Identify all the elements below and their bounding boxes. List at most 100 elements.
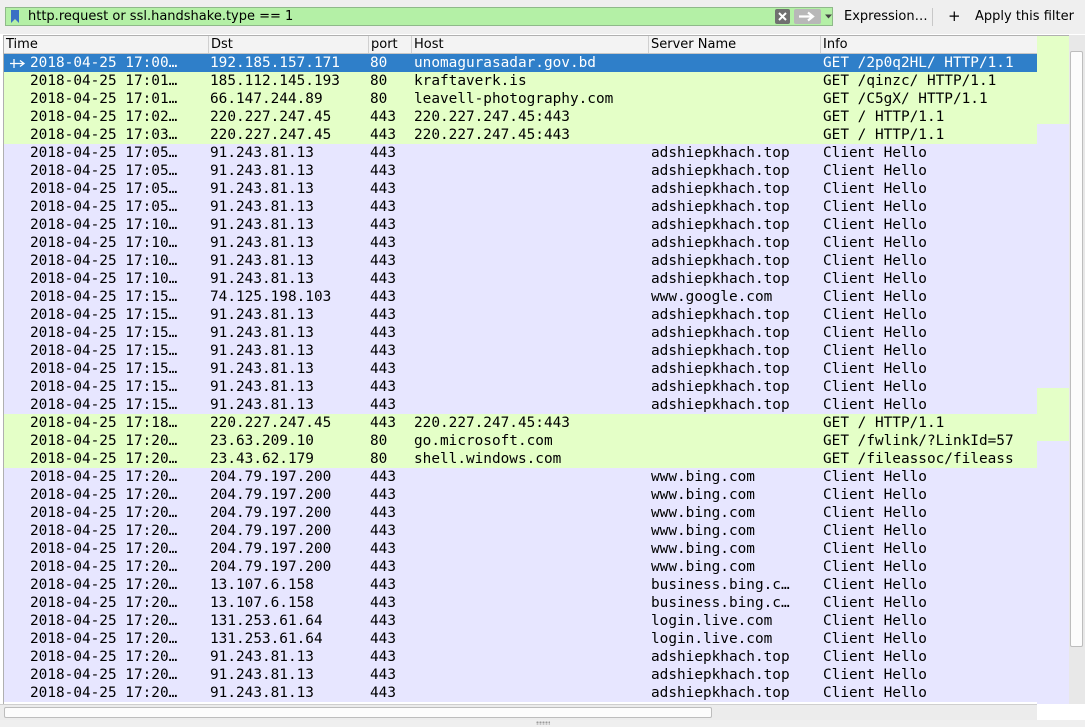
add-filter-button[interactable]: + — [948, 7, 961, 25]
packet-row[interactable]: 2018-04-25 17:20… 23.63.209.10 80 go.micros… — [4, 432, 1037, 450]
packet-list[interactable]: Time Dst port Host Server Name Info 2018… — [3, 35, 1037, 704]
packet-row[interactable]: 2018-04-25 17:20… 23.43.62.179 80 shell.win… — [4, 450, 1037, 468]
cell-dst: 91.243.81.13 — [210, 163, 314, 179]
horizontal-scroll-thumb[interactable] — [4, 707, 712, 718]
column-header-dst[interactable]: Dst — [209, 36, 369, 53]
cell-info: Client Hello — [823, 271, 927, 287]
packet-row[interactable]: 2018-04-25 17:15… 91.243.81.13 443 adshiepk… — [4, 378, 1037, 396]
packet-row[interactable]: 2018-04-25 17:10… 91.243.81.13 443 adshiepk… — [4, 216, 1037, 234]
packet-row[interactable]: 2018-04-25 17:20… 91.243.81.13 443 adshiepk… — [4, 648, 1037, 666]
packet-row[interactable]: 2018-04-25 17:01… 185.112.145.193 80 krafta… — [4, 72, 1037, 90]
toolbar-separator — [932, 8, 933, 26]
cell-dst: 91.243.81.13 — [210, 361, 314, 377]
cell-server-name: business.bing.c… — [651, 595, 790, 611]
packet-row[interactable]: 2018-04-25 17:00… 192.185.157.171 80 unomag… — [4, 54, 1037, 72]
cell-server-name: login.live.com — [651, 631, 773, 647]
cell-host — [414, 144, 648, 162]
packet-row[interactable]: 2018-04-25 17:01… 66.147.244.89 80 leavell-… — [4, 90, 1037, 108]
packet-row[interactable]: 2018-04-25 17:20… 204.79.197.200 443 www.bi… — [4, 468, 1037, 486]
display-filter-toolbar: http.request or ssl.handshake.type == 1 … — [0, 0, 1085, 34]
related-packet-arrow-icon — [10, 59, 26, 68]
packet-row[interactable]: 2018-04-25 17:15… 91.243.81.13 443 adshiepk… — [4, 324, 1037, 342]
cell-server-name: adshiepkhach.top — [651, 379, 790, 395]
column-header-host[interactable]: Host — [412, 36, 649, 53]
column-header-time[interactable]: Time — [4, 36, 209, 53]
cell-host — [414, 396, 648, 414]
packet-row[interactable]: 2018-04-25 17:05… 91.243.81.13 443 adshiepk… — [4, 162, 1037, 180]
cell-port: 443 — [370, 541, 396, 557]
cell-host — [414, 324, 648, 342]
packet-row[interactable]: 2018-04-25 17:15… 91.243.81.13 443 adshiepk… — [4, 306, 1037, 324]
cell-server-name: adshiepkhach.top — [651, 253, 790, 269]
packet-row[interactable]: 2018-04-25 17:20… 131.253.61.64 443 login.l… — [4, 630, 1037, 648]
horizontal-scrollbar[interactable] — [0, 704, 1037, 720]
packet-row[interactable]: 2018-04-25 17:05… 91.243.81.13 443 adshiepk… — [4, 180, 1037, 198]
cell-time: 2018-04-25 17:20… — [30, 577, 178, 593]
vertical-scrollbar[interactable] — [1069, 35, 1085, 704]
cell-host — [414, 558, 648, 576]
packet-row[interactable]: 2018-04-25 17:20… 91.243.81.13 443 adshiepk… — [4, 684, 1037, 702]
cell-port: 80 — [370, 451, 388, 467]
cell-host: 220.227.247.45:443 — [414, 109, 570, 125]
packet-row[interactable]: 2018-04-25 17:20… 204.79.197.200 443 www.bi… — [4, 504, 1037, 522]
packet-row[interactable]: 2018-04-25 17:15… 91.243.81.13 443 adshiepk… — [4, 396, 1037, 414]
cell-server-name — [651, 108, 821, 126]
apply-filter-button[interactable]: Apply this filter — [975, 9, 1074, 24]
chevron-down-icon[interactable] — [824, 12, 833, 21]
packet-minimap[interactable] — [1037, 35, 1069, 704]
cell-host — [414, 216, 648, 234]
cell-info: Client Hello — [823, 469, 927, 485]
cell-dst: 204.79.197.200 — [210, 559, 332, 575]
minimap-http-segment — [1037, 36, 1069, 124]
packet-row[interactable]: 2018-04-25 17:20… 13.107.6.158 443 business… — [4, 576, 1037, 594]
bookmark-icon[interactable] — [10, 10, 20, 23]
cell-dst: 91.243.81.13 — [210, 649, 314, 665]
expression-button[interactable]: Expression… — [844, 9, 928, 24]
column-header-server-name[interactable]: Server Name — [649, 36, 821, 53]
packet-row[interactable]: 2018-04-25 17:20… 13.107.6.158 443 business… — [4, 594, 1037, 612]
vertical-scroll-thumb[interactable] — [1070, 51, 1083, 647]
cell-port: 443 — [370, 289, 396, 305]
cell-host — [414, 630, 648, 648]
packet-row[interactable]: 2018-04-25 17:03… 220.227.247.45 443 220.22… — [4, 126, 1037, 144]
packet-row[interactable]: 2018-04-25 17:20… 204.79.197.200 443 www.bi… — [4, 522, 1037, 540]
cell-info: Client Hello — [823, 199, 927, 215]
cell-dst: 91.243.81.13 — [210, 145, 314, 161]
packet-row[interactable]: 2018-04-25 17:20… 131.253.61.64 443 login.l… — [4, 612, 1037, 630]
packet-row[interactable]: 2018-04-25 17:10… 91.243.81.13 443 adshiepk… — [4, 234, 1037, 252]
packet-row[interactable]: 2018-04-25 17:18… 220.227.247.45 443 220.22… — [4, 414, 1037, 432]
cell-port: 443 — [370, 613, 396, 629]
cell-host: 220.227.247.45:443 — [414, 127, 570, 143]
cell-port: 443 — [370, 487, 396, 503]
cell-server-name: adshiepkhach.top — [651, 235, 790, 251]
packet-row[interactable]: 2018-04-25 17:15… 91.243.81.13 443 adshiepk… — [4, 342, 1037, 360]
cell-dst: 204.79.197.200 — [210, 487, 332, 503]
packet-row[interactable]: 2018-04-25 17:15… 91.243.81.13 443 adshiepk… — [4, 360, 1037, 378]
apply-arrow-icon[interactable] — [794, 9, 821, 24]
packet-row[interactable]: 2018-04-25 17:10… 91.243.81.13 443 adshiepk… — [4, 270, 1037, 288]
cell-server-name: www.bing.com — [651, 523, 755, 539]
cell-dst: 13.107.6.158 — [210, 577, 314, 593]
packet-row[interactable]: 2018-04-25 17:20… 204.79.197.200 443 www.bi… — [4, 540, 1037, 558]
cell-host — [414, 648, 648, 666]
clear-filter-icon[interactable] — [775, 9, 790, 24]
cell-dst: 204.79.197.200 — [210, 523, 332, 539]
cell-info: GET / HTTP/1.1 — [823, 127, 945, 143]
packet-row[interactable]: 2018-04-25 17:05… 91.243.81.13 443 adshiepk… — [4, 144, 1037, 162]
packet-row[interactable]: 2018-04-25 17:20… 204.79.197.200 443 www.bi… — [4, 558, 1037, 576]
cell-info: Client Hello — [823, 307, 927, 323]
column-header-port[interactable]: port — [369, 36, 412, 53]
packet-row[interactable]: 2018-04-25 17:05… 91.243.81.13 443 adshiepk… — [4, 198, 1037, 216]
pane-splitter[interactable] — [0, 720, 1085, 727]
column-header-info[interactable]: Info — [821, 36, 1037, 53]
packet-row[interactable]: 2018-04-25 17:15… 74.125.198.103 443 www.go… — [4, 288, 1037, 306]
filter-text[interactable]: http.request or ssl.handshake.type == 1 — [28, 9, 293, 24]
packet-row[interactable]: 2018-04-25 17:20… 204.79.197.200 443 www.bi… — [4, 486, 1037, 504]
packet-row[interactable]: 2018-04-25 17:10… 91.243.81.13 443 adshiepk… — [4, 252, 1037, 270]
display-filter-input[interactable]: http.request or ssl.handshake.type == 1 — [5, 7, 833, 26]
cell-port: 443 — [370, 199, 396, 215]
packet-row[interactable]: 2018-04-25 17:20… 91.243.81.13 443 adshiepk… — [4, 666, 1037, 684]
cell-port: 443 — [370, 685, 396, 701]
packet-row[interactable]: 2018-04-25 17:02… 220.227.247.45 443 220.22… — [4, 108, 1037, 126]
cell-time: 2018-04-25 17:20… — [30, 469, 178, 485]
